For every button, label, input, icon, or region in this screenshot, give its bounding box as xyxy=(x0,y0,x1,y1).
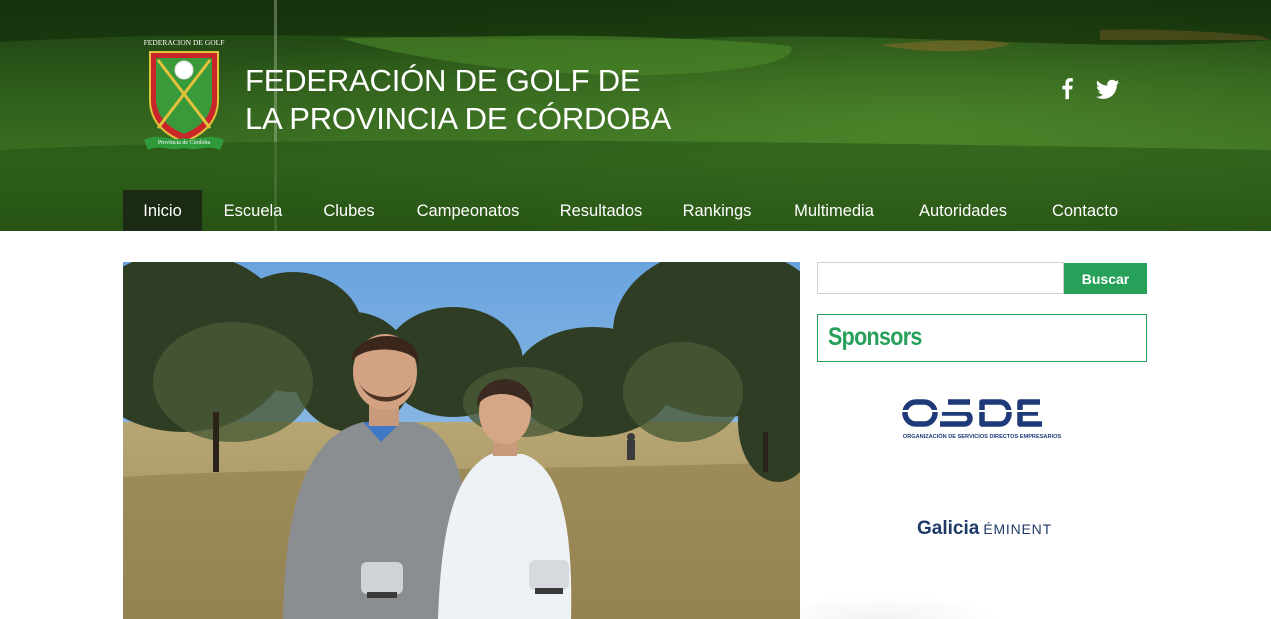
nav-item-clubes[interactable]: Clubes xyxy=(313,190,385,231)
nav-item-campeonatos[interactable]: Campeonatos xyxy=(407,190,529,231)
site-title[interactable]: FEDERACIÓN DE GOLF DE LA PROVINCIA DE CÓ… xyxy=(245,62,765,138)
hero-image[interactable] xyxy=(123,262,800,619)
sponsors-title: Sponsors xyxy=(828,323,922,351)
osde-sponsor-logo[interactable]: ORGANIZACIÓN DE SERVICIOS DIRECTOS EMPRE… xyxy=(900,396,1064,444)
decorative-shadow xyxy=(800,595,1000,619)
nav-item-resultados[interactable]: Resultados xyxy=(551,190,651,231)
logo-top-text: FEDERACION DE GOLF xyxy=(144,38,225,47)
nav-item-rankings[interactable]: Rankings xyxy=(674,190,760,231)
nav-item-multimedia[interactable]: Multimedia xyxy=(783,190,885,231)
galicia-eminent-sponsor-logo[interactable]: Galicia ÉMINENT xyxy=(917,518,1052,540)
nav-item-inicio[interactable]: Inicio xyxy=(123,190,202,231)
nav-item-autoridades[interactable]: Autoridades xyxy=(907,190,1019,231)
logo-ribbon-text: Provincia de Córdoba xyxy=(158,140,211,146)
search-input[interactable] xyxy=(817,262,1064,294)
site-title-line-1: FEDERACIÓN DE GOLF DE xyxy=(245,63,641,98)
osde-tagline: ORGANIZACIÓN DE SERVICIOS DIRECTOS EMPRE… xyxy=(903,432,1062,440)
nav-item-contacto[interactable]: Contacto xyxy=(1041,190,1129,231)
galicia-tier: ÉMINENT xyxy=(983,521,1052,537)
search-button[interactable]: Buscar xyxy=(1064,263,1147,294)
galicia-name: Galicia xyxy=(917,518,980,539)
site-title-line-2: LA PROVINCIA DE CÓRDOBA xyxy=(245,101,672,136)
nav-item-escuela[interactable]: Escuela xyxy=(215,190,291,231)
sponsors-heading-box: Sponsors xyxy=(817,314,1147,362)
main-navigation: Inicio Escuela Clubes Campeonatos Result… xyxy=(123,190,1143,231)
twitter-icon[interactable] xyxy=(1096,77,1120,101)
facebook-icon[interactable] xyxy=(1058,77,1080,101)
federation-logo[interactable]: FEDERACION DE GOLF Provincia de Córdoba xyxy=(140,36,230,154)
site-header: FEDERACION DE GOLF Provincia de Córdoba … xyxy=(0,0,1271,231)
